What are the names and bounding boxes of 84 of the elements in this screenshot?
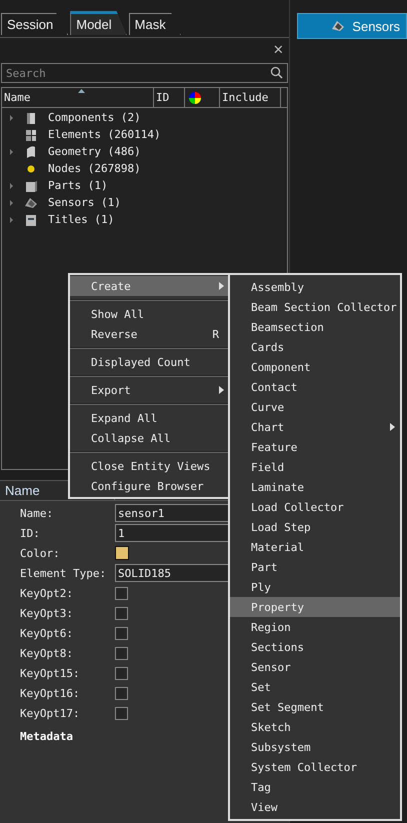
menu-item[interactable]: Reverse R [70,324,229,344]
tab[interactable]: Mask [128,13,181,35]
property-label: KeyOpt6: [20,626,74,640]
grid-icon [24,128,38,142]
column-header[interactable]: Include [222,91,268,104]
tree-item[interactable]: Elements (260114) [48,128,161,141]
search-field[interactable]: Search [1,63,288,83]
tab[interactable]: Session [1,13,68,35]
tab[interactable]: Model [70,11,127,35]
menu-item[interactable]: System Collector [230,757,400,777]
checkbox[interactable] [115,686,128,700]
column-header[interactable]: Name [4,91,30,104]
checkbox[interactable] [115,626,128,640]
menu-item[interactable]: Sensor [230,657,400,677]
property-label: Name: [20,506,54,520]
surface-icon [24,144,38,158]
tree-item[interactable]: Nodes (267898) [48,162,141,175]
sort-arrow-icon [78,89,84,93]
property-label: Element Type: [20,566,108,580]
menu-item[interactable]: Component [230,357,400,377]
checkbox[interactable] [115,646,128,660]
menu-item[interactable]: Create [70,276,229,296]
tree-item[interactable]: Titles (1) [48,213,114,226]
property-label: KeyOpt15: [20,666,81,680]
menu-item[interactable]: Sections [230,637,400,657]
menu-item[interactable]: Beam Section Collector [230,297,400,317]
tree-item[interactable]: Parts (1) [48,179,108,192]
checkbox[interactable] [115,606,128,620]
property-label: KeyOpt3: [20,606,74,620]
property-label: KeyOpt2: [20,586,74,600]
submenu-arrow-icon [390,423,395,431]
menu-item[interactable]: Property [230,597,400,617]
submenu-arrow-icon [219,386,224,394]
checkbox[interactable] [115,706,128,720]
panel-icon [24,110,38,124]
note-icon [24,212,38,226]
expand-arrow-icon[interactable] [8,198,16,206]
sensor-icon [330,19,346,33]
menu-item[interactable]: Subsystem [230,737,400,757]
menu-item[interactable]: Tag [230,777,400,797]
section-heading: Metadata [20,730,73,743]
menu-item[interactable]: Displayed Count [70,352,229,372]
close-button[interactable]: × [273,40,284,58]
expand-arrow-icon[interactable] [8,182,16,190]
menu-item[interactable]: Collapse All [70,428,229,448]
expand-arrow-icon[interactable] [8,114,16,122]
menu-item[interactable]: Set Segment [230,697,400,717]
menu-item[interactable]: Field [230,457,400,477]
menu-item[interactable]: Expand All [70,408,229,428]
cube-icon [24,178,38,192]
menu-item[interactable]: Contact [230,377,400,397]
menu-item[interactable]: Close Entity Views [70,456,229,476]
expand-arrow-icon[interactable] [8,148,16,156]
tree-item[interactable]: Components (2) [48,111,141,124]
property-label: KeyOpt17: [20,706,81,720]
property-label: Color: [20,546,61,560]
menu-item[interactable]: Set [230,677,400,697]
checkbox[interactable] [115,586,128,600]
menu-item[interactable]: Feature [230,437,400,457]
property-label: ID: [20,526,41,540]
menu-item[interactable]: Export [70,380,229,400]
sensor-icon [24,196,38,210]
menu-item[interactable]: Cards [230,337,400,357]
tree-item[interactable]: Geometry (486) [48,145,141,158]
property-label: KeyOpt16: [20,686,81,700]
menu-item[interactable]: Sketch [230,717,400,737]
tree-item[interactable]: Sensors (1) [48,196,121,209]
checkbox[interactable] [115,666,128,680]
menu-item[interactable]: Show All [70,304,229,324]
property-label: KeyOpt8: [20,646,74,660]
color-swatch[interactable] [115,546,129,560]
menu-item[interactable]: Chart [230,417,400,437]
menu-item[interactable]: View [230,797,400,817]
sensors-button[interactable]: Sensors [297,13,407,39]
submenu-arrow-icon [219,282,224,290]
color-wheel-icon [189,92,201,104]
column-header[interactable]: ID [156,91,170,104]
expand-arrow-icon[interactable] [8,216,16,224]
menu-item[interactable]: Beamsection [230,317,400,337]
search-icon [270,66,284,79]
menu-item[interactable]: Assembly [230,277,400,297]
menu-item[interactable]: Region [230,617,400,637]
menu-item[interactable]: Curve [230,397,400,417]
menu-item[interactable]: Laminate [230,477,400,497]
